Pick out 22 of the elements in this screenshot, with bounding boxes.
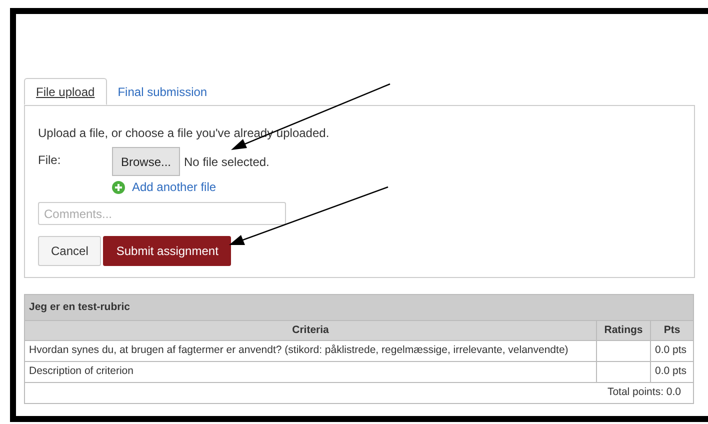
- submit-button[interactable]: Submit assignment: [103, 236, 232, 266]
- column-header: Ratings: [596, 320, 650, 340]
- browse-button[interactable]: Browse...: [112, 147, 180, 176]
- table-cell: Hvordan synes du, at brugen af fagtermer er anvendt? (stikord: påklistrede, regelmæssige, irrelevante, velanvendte): [25, 340, 596, 361]
- add-icon: [112, 180, 125, 194]
- table-cell: 0.0 pts: [650, 340, 693, 361]
- empty-cell: [596, 340, 650, 361]
- tab[interactable]: Final submission: [106, 78, 218, 105]
- table-cell: Description of criterion: [25, 361, 596, 382]
- table-cell: 0.0 pts: [650, 361, 693, 382]
- total-points: Total points: 0.0: [25, 382, 693, 403]
- comments-field[interactable]: Comments...: [38, 202, 286, 225]
- cancel-button[interactable]: Cancel: [38, 236, 102, 266]
- rubric-title: Jeg er en test-rubric: [25, 295, 693, 320]
- empty-cell: [596, 361, 650, 382]
- add-file-link[interactable]: Add another file: [132, 178, 216, 196]
- instruction-text: Upload a file, or choose a file you've already uploaded.: [38, 125, 330, 142]
- column-header: Pts: [650, 320, 693, 340]
- tab[interactable]: File upload: [24, 78, 107, 105]
- file-status: No file selected.: [184, 154, 270, 170]
- file-label: File:: [38, 152, 62, 169]
- column-header: Criteria: [25, 320, 596, 340]
